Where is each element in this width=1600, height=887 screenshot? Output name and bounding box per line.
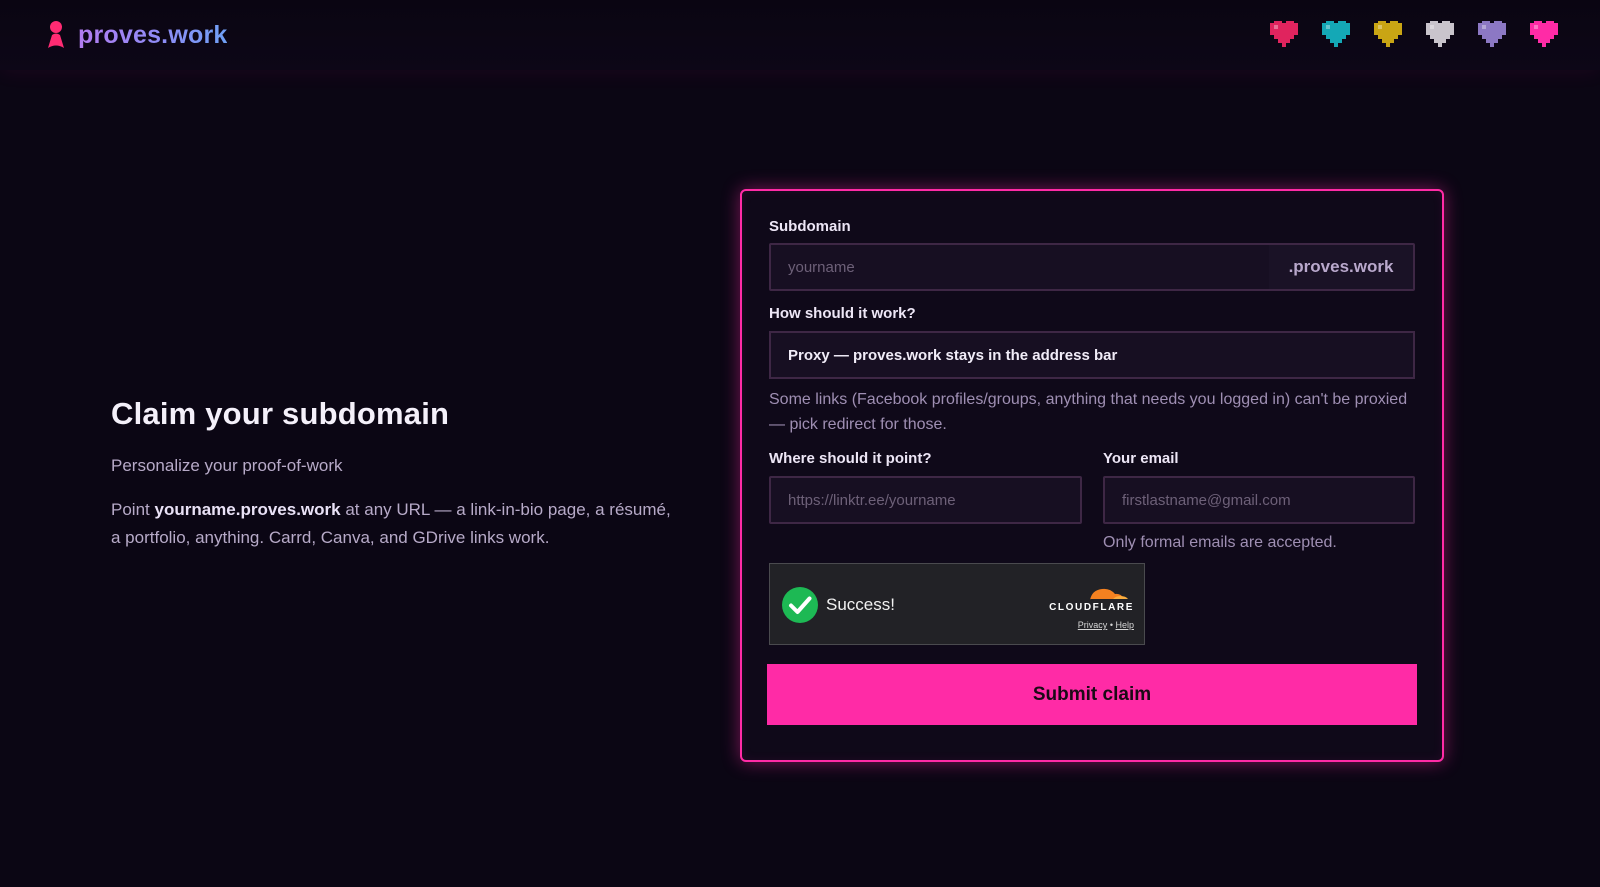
- email-label: Your email: [1103, 450, 1179, 467]
- target-url-input[interactable]: [771, 478, 1080, 522]
- logo-text: proves.work: [78, 20, 228, 49]
- help-link[interactable]: Help: [1115, 620, 1134, 630]
- heart-red-icon[interactable]: [1270, 19, 1298, 49]
- cloudflare-wordmark: CLOUDFLARE: [1049, 602, 1134, 613]
- turnstile-status: Success!: [826, 595, 895, 614]
- site-logo[interactable]: proves.work: [44, 18, 227, 52]
- heart-theme-picker: [1270, 19, 1558, 49]
- heart-shine: [1274, 25, 1278, 29]
- email-helper-text: Only formal emails are accepted.: [1103, 534, 1337, 551]
- page-description: Point yourname.proves.work at any URL — …: [111, 496, 671, 552]
- turnstile-links: Privacy • Help: [1078, 620, 1134, 630]
- success-check-icon: [782, 587, 818, 623]
- subdomain-label: Subdomain: [769, 218, 851, 235]
- page-subtitle: Personalize your proof-of-work: [111, 456, 343, 475]
- heart-shine: [1482, 25, 1486, 29]
- subdomain-suffix: .proves.work: [1269, 245, 1413, 289]
- email-field: [1103, 476, 1415, 524]
- submit-claim-button[interactable]: Submit claim: [767, 664, 1417, 725]
- mode-selected-value: Proxy — proves.work stays in the address…: [788, 346, 1118, 364]
- heart-teal-icon[interactable]: [1322, 19, 1350, 49]
- cloudflare-turnstile-widget[interactable]: Success! CLOUDFLARE Privacy • Help: [769, 563, 1145, 645]
- heart-shape: [1478, 21, 1506, 47]
- subdomain-field: .proves.work: [769, 243, 1415, 291]
- mode-select[interactable]: Proxy — proves.work stays in the address…: [769, 331, 1415, 379]
- top-nav-bar: proves.work: [0, 0, 1600, 70]
- heart-lavender-icon[interactable]: [1478, 19, 1506, 49]
- heart-shape: [1530, 21, 1558, 47]
- page-title: Claim your subdomain: [111, 396, 450, 431]
- privacy-link[interactable]: Privacy: [1078, 620, 1108, 630]
- mode-label: How should it work?: [769, 305, 916, 322]
- heart-shine: [1534, 25, 1538, 29]
- email-input[interactable]: [1105, 478, 1413, 522]
- heart-shape: [1270, 21, 1298, 47]
- description-domain: yourname.proves.work: [154, 500, 341, 519]
- heart-shape: [1374, 21, 1402, 47]
- claim-form-card: Subdomain .proves.work How should it wor…: [740, 189, 1444, 762]
- person-pin-icon: [48, 21, 64, 48]
- heart-pink-icon[interactable]: [1530, 19, 1558, 49]
- heart-silver-icon[interactable]: [1426, 19, 1454, 49]
- hero-section: Claim your subdomain Personalize your pr…: [111, 396, 671, 552]
- heart-shape: [1322, 21, 1350, 47]
- heart-shine: [1326, 25, 1330, 29]
- mode-helper-text: Some links (Facebook profiles/groups, an…: [769, 391, 1408, 433]
- heart-shape: [1426, 21, 1454, 47]
- heart-gold-icon[interactable]: [1374, 19, 1402, 49]
- link-separator: •: [1109, 620, 1113, 630]
- target-url-label: Where should it point?: [769, 450, 932, 467]
- heart-shine: [1378, 25, 1382, 29]
- description-prefix: Point: [111, 500, 155, 519]
- target-url-field: [769, 476, 1082, 524]
- heart-shine: [1430, 25, 1434, 29]
